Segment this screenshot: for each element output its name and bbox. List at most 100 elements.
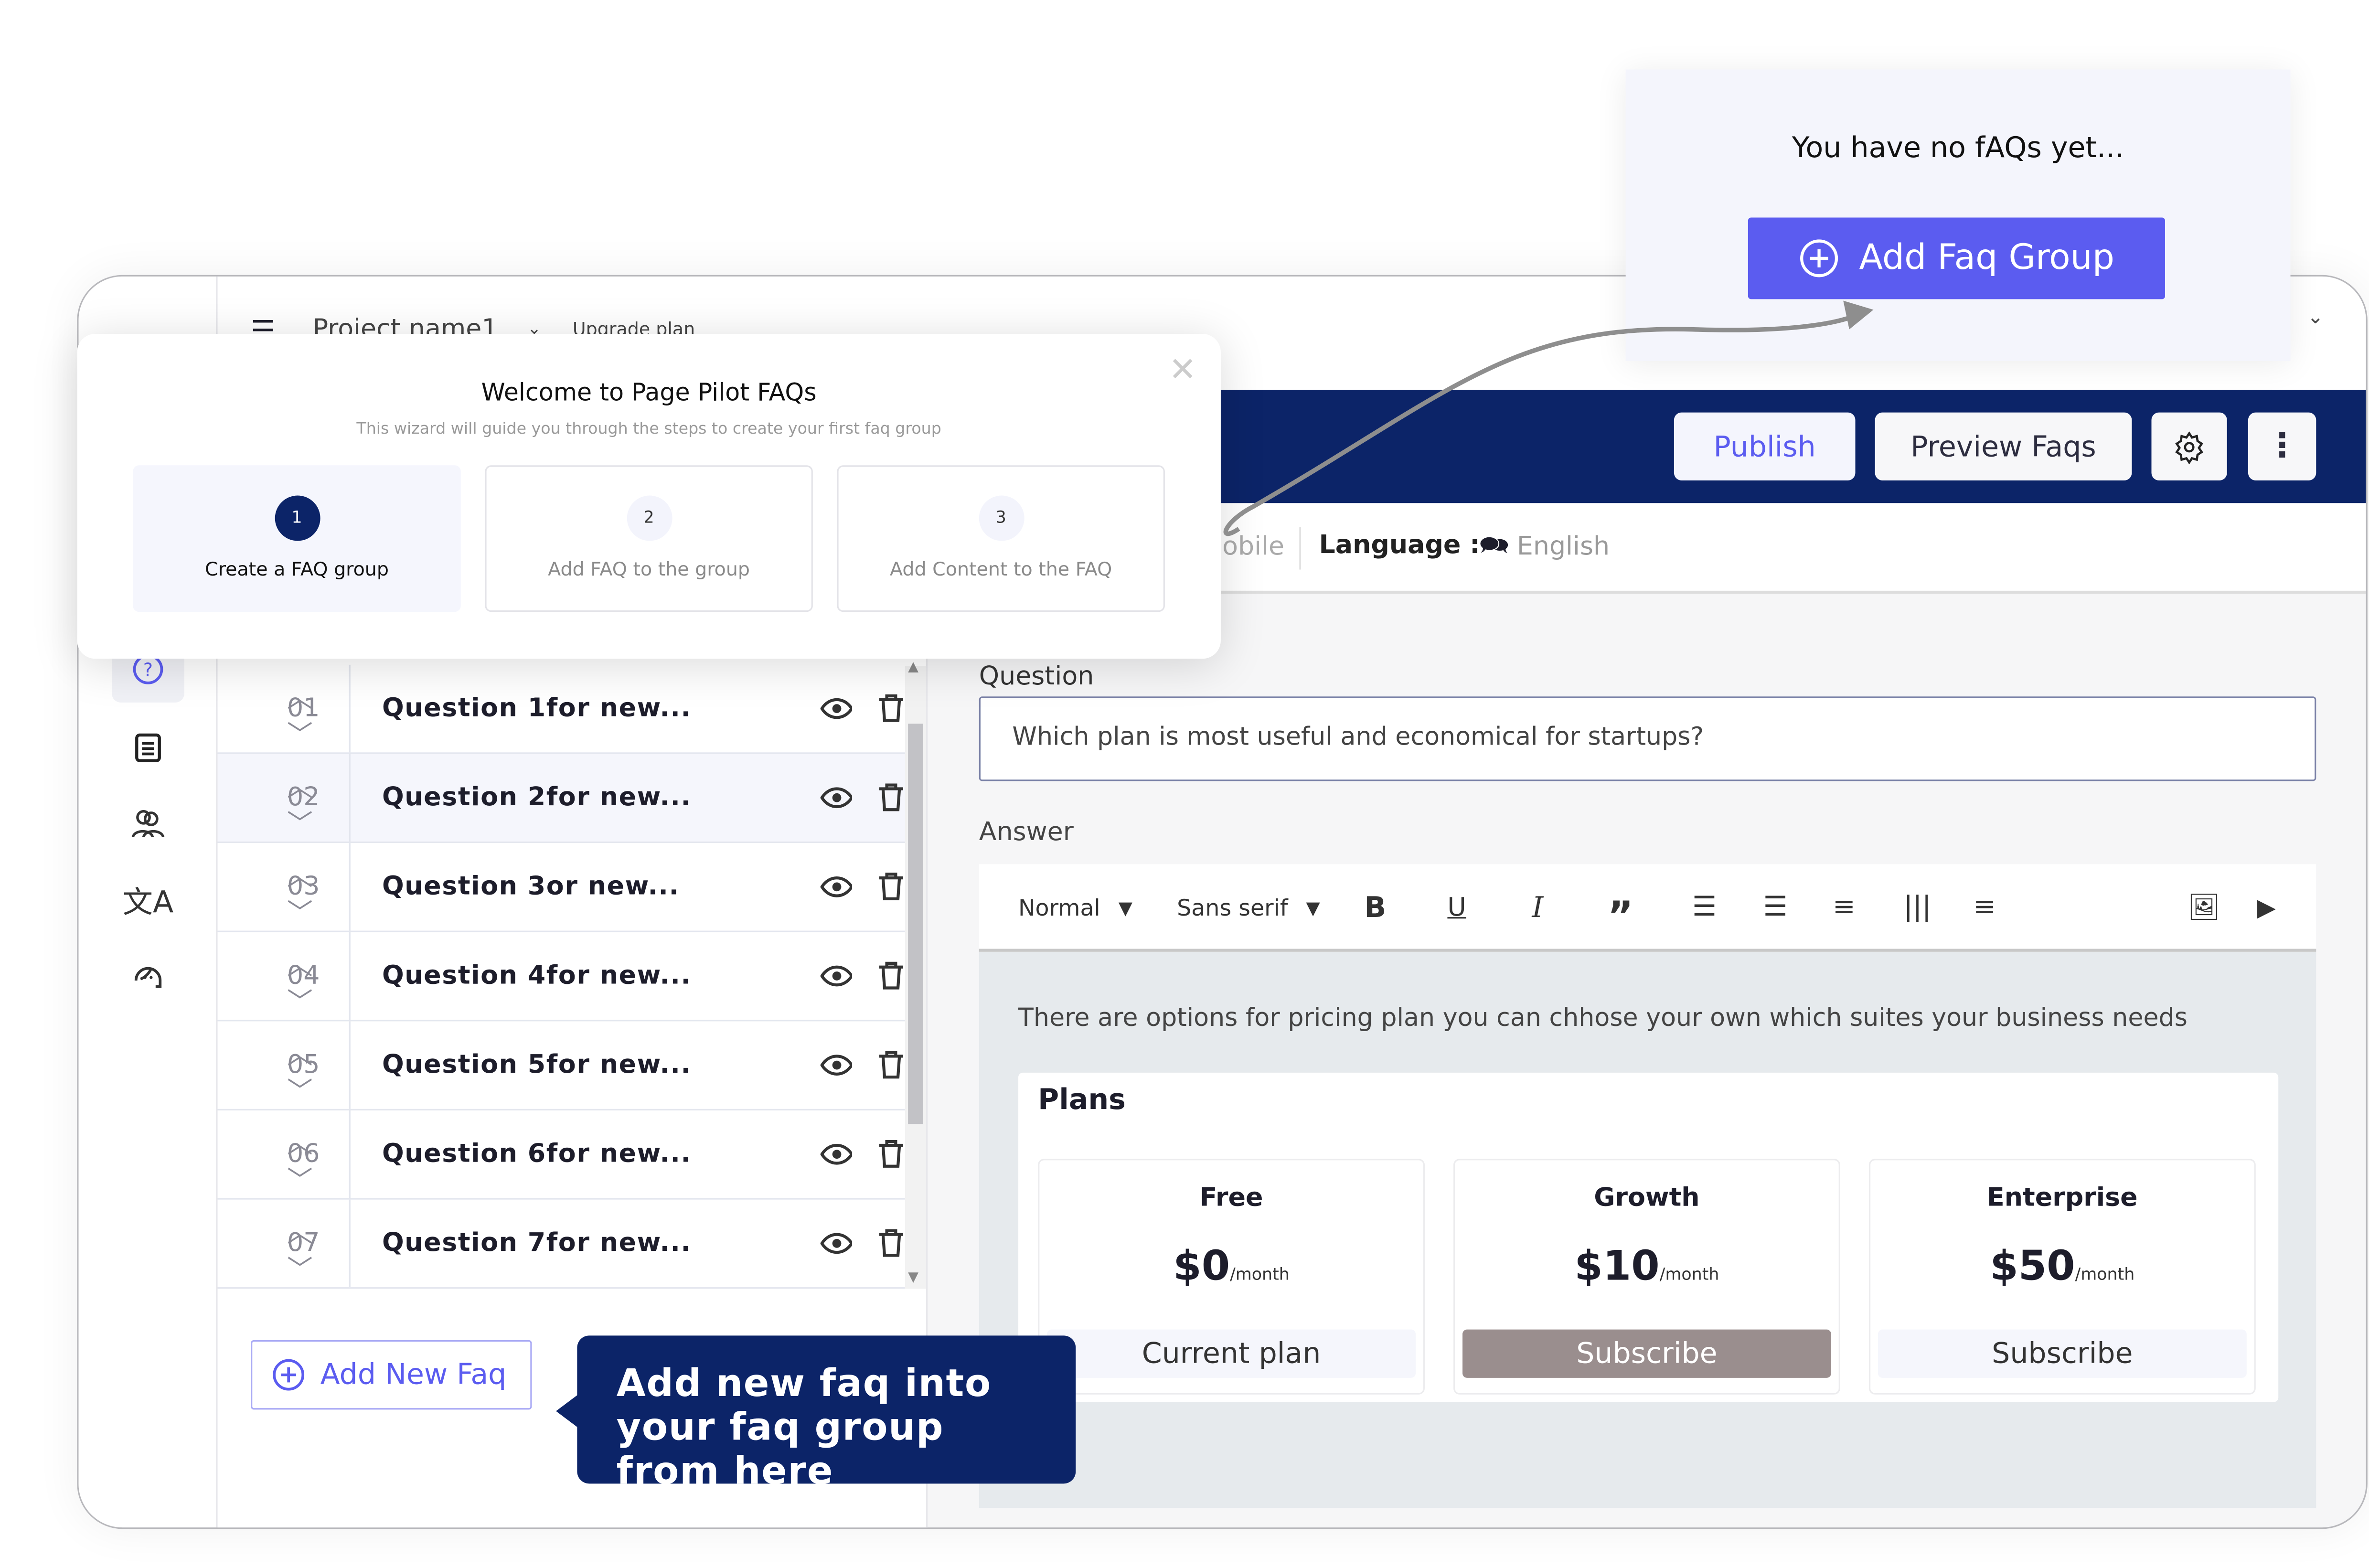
plan-period: /month	[2075, 1264, 2135, 1284]
faq-row[interactable]: ︿ ﹀ 06 Question 6for new...	[217, 1110, 905, 1200]
plan-card: Enterprise $50/month Subscribe	[1868, 1159, 2256, 1395]
scrollbar[interactable]: ▲ ▼	[905, 660, 927, 1289]
publish-button[interactable]: Publish	[1674, 412, 1856, 480]
italic-icon: I	[1532, 890, 1544, 924]
plans-title: Plans	[1038, 1083, 1126, 1117]
eye-icon[interactable]	[820, 696, 853, 721]
trash-icon[interactable]	[878, 1050, 905, 1080]
plan-button[interactable]: Subscribe	[1462, 1329, 1831, 1378]
settings-button[interactable]	[2151, 412, 2227, 480]
columns-button[interactable]: |||	[1904, 864, 1931, 950]
dropdown-arrow-icon: ▼	[1118, 896, 1132, 918]
wizard-step[interactable]: 1 Create a FAQ group	[133, 465, 461, 612]
trash-icon[interactable]	[878, 1228, 905, 1259]
eye-icon[interactable]	[820, 786, 853, 810]
faq-question[interactable]: Question 1for new...	[382, 693, 792, 724]
faq-question[interactable]: Question 3or new...	[382, 872, 792, 902]
trash-icon[interactable]	[878, 693, 905, 724]
bold-button[interactable]: B	[1364, 864, 1386, 950]
add-new-faq-button[interactable]: Add New Faq	[251, 1340, 532, 1410]
align-left-button[interactable]: ≡	[1973, 864, 1996, 950]
faq-number: 03	[287, 872, 320, 902]
translate-icon: 文A	[122, 883, 174, 919]
faq-order-cell: ︿ ﹀ 06	[218, 1110, 351, 1198]
numbered-list-button[interactable]: ☰	[1763, 864, 1788, 950]
preview-faqs-button[interactable]: Preview Faqs	[1875, 412, 2132, 480]
insert-image-button[interactable]: 🖼	[2188, 864, 2220, 950]
eye-icon[interactable]	[820, 964, 853, 988]
faq-row[interactable]: ︿ ﹀ 02 Question 2for new...	[217, 754, 905, 843]
empty-faqs-popup: You have no fAQs yet... Add Faq Group	[1625, 69, 2291, 362]
font-select[interactable]: Sans serif ▼	[1177, 864, 1320, 950]
faq-order-cell: ︿ ﹀ 07	[218, 1199, 351, 1288]
plan-button[interactable]: Current plan	[1047, 1329, 1416, 1378]
faq-row[interactable]: ︿ ﹀ 05 Question 5for new...	[217, 1021, 905, 1111]
sidebar-item-users[interactable]	[112, 790, 184, 856]
faq-row[interactable]: ︿ ﹀ 07 Question 7for new...	[217, 1199, 905, 1289]
empty-message: You have no fAQs yet...	[1792, 131, 2124, 165]
wizard-step[interactable]: 2 Add FAQ to the group	[485, 465, 813, 612]
eye-icon[interactable]	[820, 875, 853, 899]
language-label: Language :	[1319, 530, 1480, 561]
eye-icon[interactable]	[820, 1142, 853, 1166]
faq-row[interactable]: ︿ ﹀ 04 Question 4for new...	[217, 932, 905, 1022]
insert-video-button[interactable]: ▶	[2257, 864, 2276, 950]
faq-question[interactable]: Question 5for new...	[382, 1050, 792, 1080]
add-faq-group-button[interactable]: Add Faq Group	[1748, 217, 2165, 299]
question-input[interactable]: Which plan is most useful and economical…	[979, 696, 2316, 781]
scroll-down-icon[interactable]: ▼	[908, 1270, 918, 1286]
faq-number: 01	[287, 693, 320, 724]
video-icon: ▶	[2257, 893, 2276, 922]
more-vertical-icon: ⋮	[2265, 427, 2299, 466]
faq-row[interactable]: ︿ ﹀ 03 Question 3or new...	[217, 843, 905, 932]
account-chevron-icon[interactable]: ⌄	[2307, 307, 2324, 329]
scrollbar-thumb[interactable]	[908, 724, 923, 1124]
tooltip-text: Add new faq into your faq group from her…	[616, 1361, 992, 1493]
format-select[interactable]: Normal ▼	[1018, 864, 1132, 950]
answer-content[interactable]: There are options for pricing plan you c…	[979, 951, 2316, 1508]
trash-icon[interactable]	[878, 961, 905, 991]
eye-icon[interactable]	[820, 1231, 853, 1256]
faq-question[interactable]: Question 6for new...	[382, 1139, 792, 1169]
sidebar-item-document[interactable]	[112, 715, 184, 781]
tooltip-pointer	[556, 1393, 580, 1429]
faq-question[interactable]: Question 4for new...	[382, 961, 792, 991]
device-toggle-mobile[interactable]: obile	[1222, 532, 1284, 562]
step-label: Add Content to the FAQ	[890, 557, 1112, 580]
plan-button[interactable]: Subscribe	[1878, 1329, 2247, 1378]
faq-number: 05	[287, 1050, 320, 1080]
step-number: 3	[978, 495, 1024, 541]
trash-icon[interactable]	[878, 1139, 905, 1169]
bullet-list-button[interactable]: ☰	[1692, 864, 1717, 950]
plan-name: Free	[1199, 1183, 1263, 1214]
eye-icon[interactable]	[820, 1053, 853, 1077]
step-label: Add FAQ to the group	[548, 557, 750, 580]
more-options-button[interactable]: ⋮	[2248, 412, 2316, 480]
faq-row[interactable]: ︿ ﹀ 01 Question 1for new...	[217, 664, 905, 754]
sidebar-item-translate[interactable]: 文A	[112, 866, 184, 932]
language-selector[interactable]: English	[1517, 532, 1610, 562]
faq-order-cell: ︿ ﹀ 04	[218, 932, 351, 1020]
faq-order-cell: ︿ ﹀ 01	[218, 664, 351, 753]
scroll-up-icon[interactable]: ▲	[908, 660, 918, 675]
align-left-icon: ≡	[1973, 891, 1996, 923]
plan-price: $10	[1574, 1243, 1660, 1291]
plan-price: $50	[1990, 1243, 2075, 1291]
underline-button[interactable]: U	[1447, 864, 1466, 950]
add-new-faq-label: Add New Faq	[320, 1358, 507, 1392]
sidebar-item-support[interactable]	[112, 941, 184, 1008]
italic-button[interactable]: I	[1532, 864, 1544, 950]
plan-period: /month	[1659, 1264, 1719, 1284]
wizard-step[interactable]: 3 Add Content to the FAQ	[837, 465, 1165, 612]
trash-icon[interactable]	[878, 872, 905, 902]
plan-name: Growth	[1594, 1183, 1700, 1214]
numbered-list-icon: ☰	[1763, 891, 1788, 923]
bold-icon: B	[1364, 890, 1387, 924]
gear-icon	[2175, 430, 2203, 463]
align-right-button[interactable]: ≡	[1833, 864, 1856, 950]
faq-question[interactable]: Question 2for new...	[382, 783, 792, 813]
faq-question[interactable]: Question 7for new...	[382, 1228, 792, 1259]
trash-icon[interactable]	[878, 783, 905, 813]
users-icon	[131, 810, 165, 838]
quote-button[interactable]: ”	[1608, 873, 1633, 959]
